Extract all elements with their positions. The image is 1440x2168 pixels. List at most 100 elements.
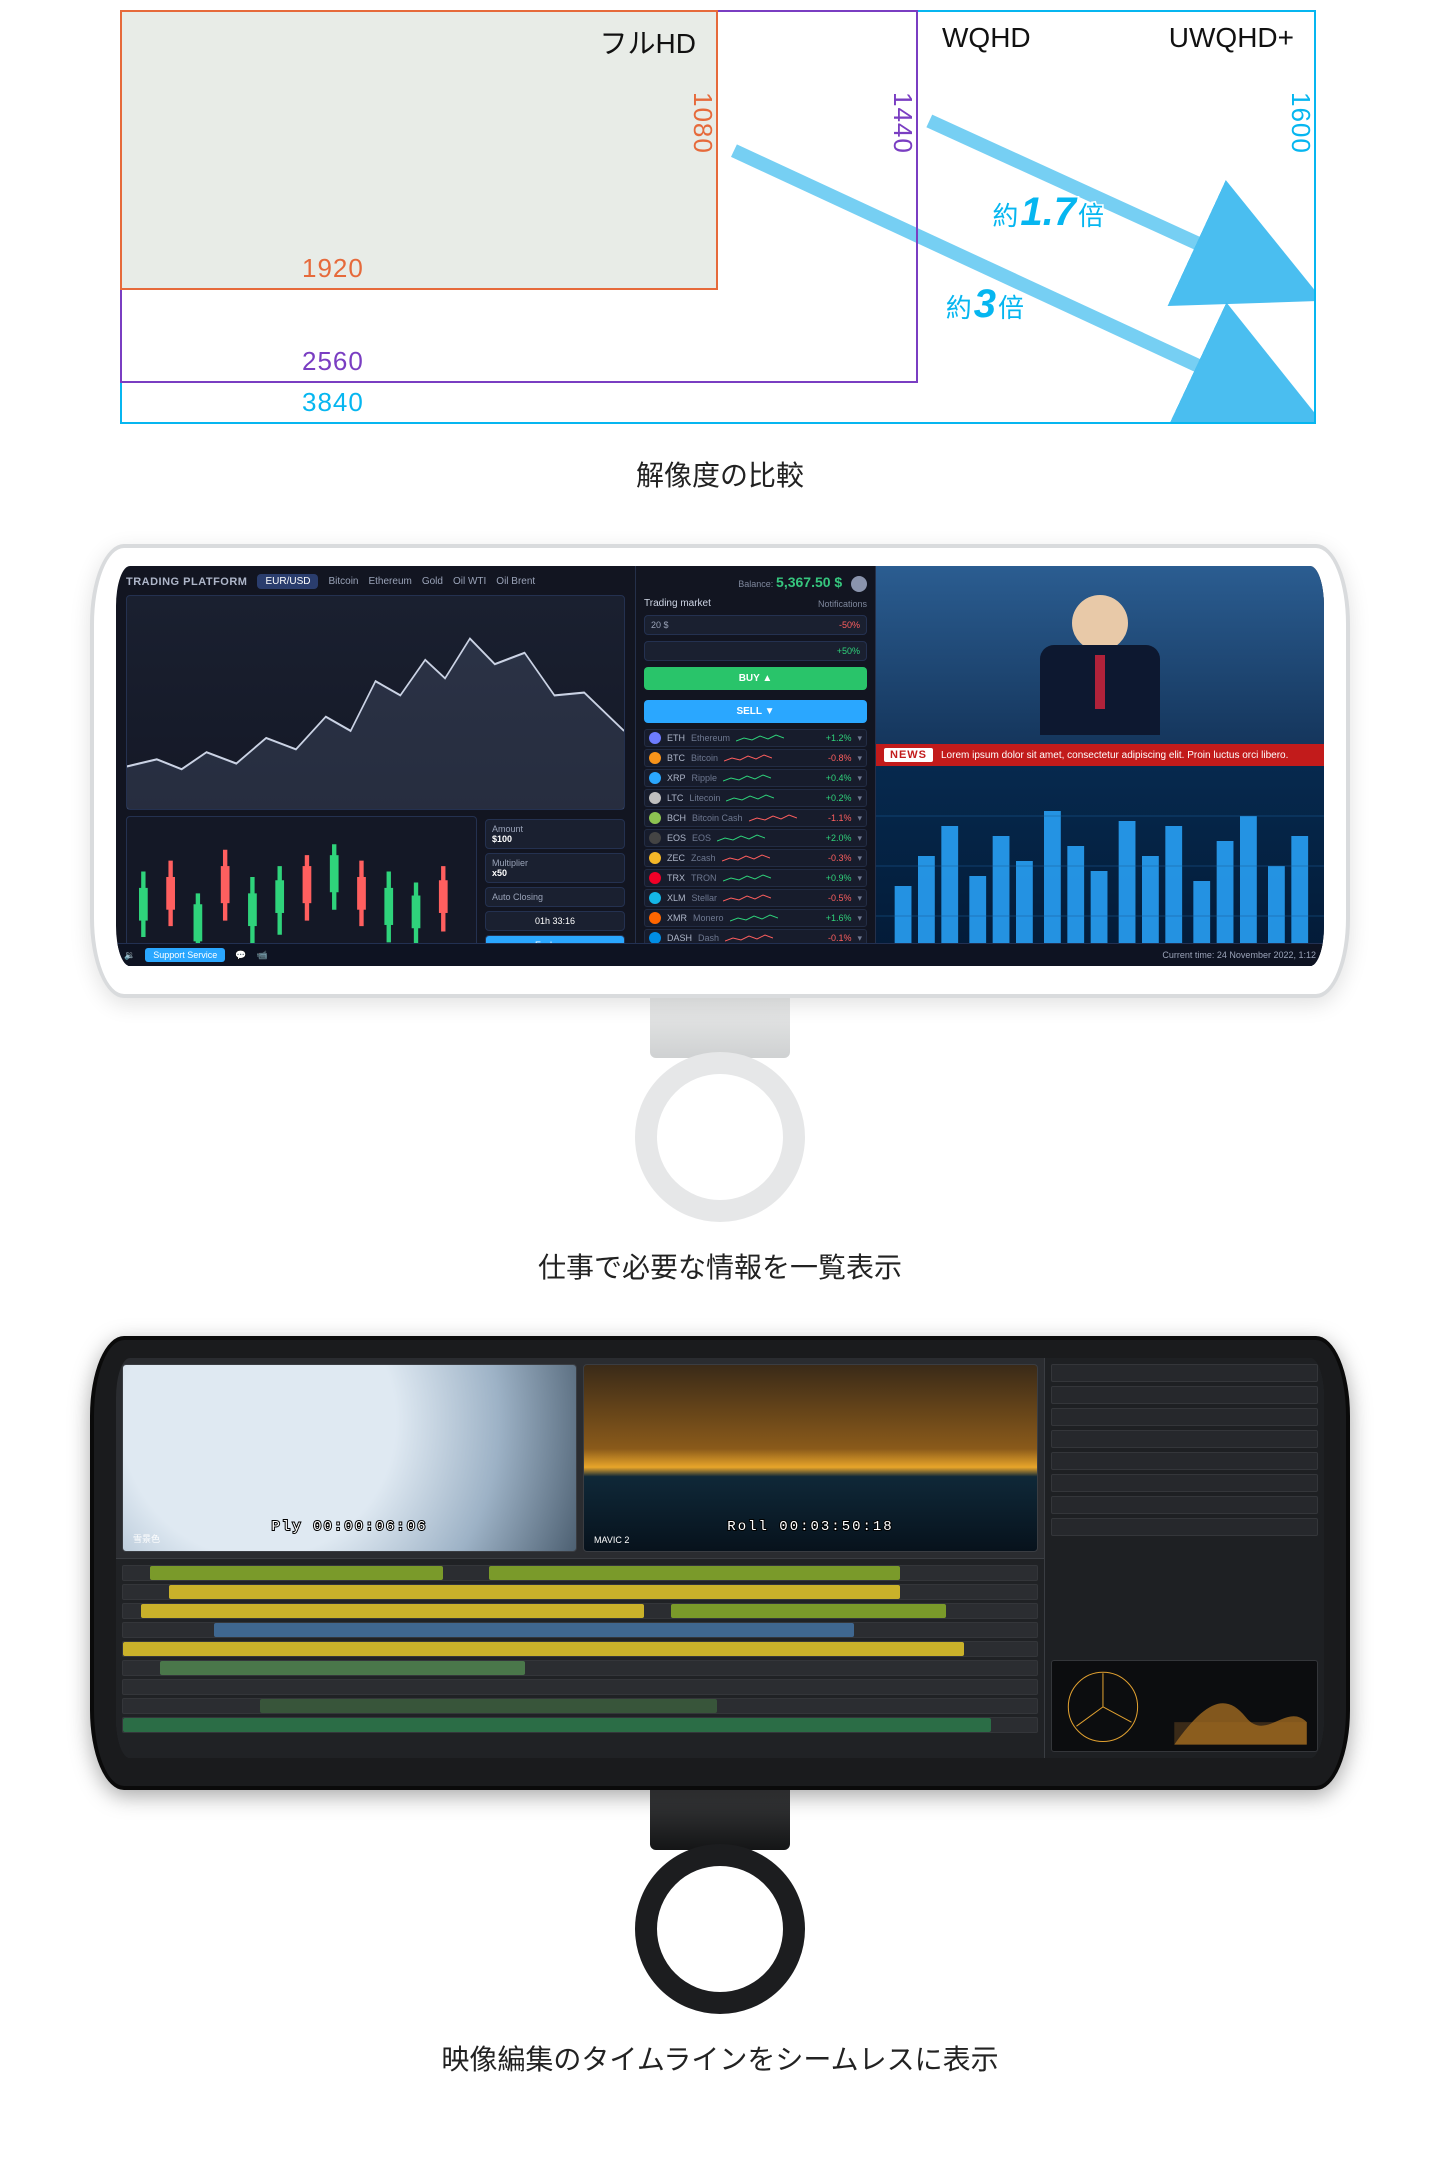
- inspector-row[interactable]: [1051, 1364, 1318, 1382]
- multiplier-3: 約3倍: [946, 282, 1024, 327]
- avatar-icon[interactable]: [851, 576, 867, 592]
- coin-symbol: ZEC: [667, 853, 685, 863]
- coin-symbol: TRX: [667, 873, 685, 883]
- bar-chart-widget: [876, 766, 1324, 966]
- buy-button[interactable]: BUY ▲: [644, 667, 867, 690]
- volume-icon[interactable]: 🔉: [124, 950, 135, 961]
- pair-pill[interactable]: EUR/USD: [257, 574, 318, 589]
- sparkline: [717, 833, 765, 843]
- timecode-right: Roll 00:03:50:18: [727, 1519, 893, 1535]
- coin-symbol: LTC: [667, 793, 683, 803]
- coin-change: +1.2%: [826, 733, 852, 743]
- market-row[interactable]: BTCBitcoin-0.8%▾: [644, 749, 867, 767]
- coin-symbol: ETH: [667, 733, 685, 743]
- monitor1-caption: 仕事で必要な情報を一覧表示: [0, 1246, 1440, 1286]
- balance-label: Balance:: [738, 579, 773, 589]
- inspector-row[interactable]: [1051, 1386, 1318, 1404]
- coin-change: -1.1%: [828, 813, 852, 823]
- pct-up: +50%: [837, 646, 860, 656]
- inspector-row[interactable]: [1051, 1518, 1318, 1536]
- tab-oil-wti[interactable]: Oil WTI: [453, 576, 486, 587]
- sparkline: [722, 853, 770, 863]
- fhd-label: フルHD: [600, 22, 696, 62]
- track[interactable]: [122, 1603, 1038, 1619]
- sell-button[interactable]: SELL ▼: [644, 700, 867, 723]
- market-row[interactable]: XLMStellar-0.5%▾: [644, 889, 867, 907]
- coin-name: Zcash: [691, 853, 716, 863]
- coin-name: Dash: [698, 933, 719, 943]
- fhd-box: フルHD 1080 1920: [120, 10, 718, 290]
- market-list: ETHEthereum+1.2%▾BTCBitcoin-0.8%▾XRPRipp…: [644, 729, 867, 947]
- side-value: 20 $: [651, 620, 669, 630]
- market-row[interactable]: BCHBitcoin Cash-1.1%▾: [644, 809, 867, 827]
- tab-ethereum[interactable]: Ethereum: [368, 576, 411, 587]
- chevron-down-icon[interactable]: ▾: [857, 833, 862, 844]
- amount-box[interactable]: Amount$100: [485, 819, 625, 849]
- track[interactable]: [122, 1565, 1038, 1581]
- chevron-down-icon[interactable]: ▾: [857, 913, 862, 924]
- track[interactable]: [122, 1641, 1038, 1657]
- chevron-down-icon[interactable]: ▾: [857, 773, 862, 784]
- autoclose-box[interactable]: Auto Closing: [485, 887, 625, 907]
- timeline[interactable]: [116, 1558, 1044, 1758]
- track[interactable]: [122, 1660, 1038, 1676]
- chevron-down-icon[interactable]: ▾: [857, 853, 862, 864]
- market-row[interactable]: EOSEOS+2.0%▾: [644, 829, 867, 847]
- track[interactable]: [122, 1698, 1038, 1714]
- tab-gold[interactable]: Gold: [422, 576, 443, 587]
- market-row[interactable]: TRXTRON+0.9%▾: [644, 869, 867, 887]
- market-row[interactable]: LTCLitecoin+0.2%▾: [644, 789, 867, 807]
- track[interactable]: [122, 1679, 1038, 1695]
- inspector-row[interactable]: [1051, 1496, 1318, 1514]
- chevron-down-icon[interactable]: ▾: [857, 793, 862, 804]
- coin-change: -0.8%: [828, 753, 852, 763]
- multiplier-box[interactable]: Multiplierx50: [485, 853, 625, 883]
- chevron-down-icon[interactable]: ▾: [857, 873, 862, 884]
- coin-name: EOS: [692, 833, 711, 843]
- coin-name: Monero: [693, 913, 724, 923]
- coin-symbol: DASH: [667, 933, 692, 943]
- coin-change: -0.1%: [828, 933, 852, 943]
- tab-bitcoin[interactable]: Bitcoin: [328, 576, 358, 587]
- news-video: NEWS Lorem ipsum dolor sit amet, consect…: [876, 566, 1324, 766]
- inspector-row[interactable]: [1051, 1430, 1318, 1448]
- scopes: [1051, 1660, 1318, 1752]
- coin-name: Stellar: [692, 893, 718, 903]
- video-icon[interactable]: 📹: [256, 950, 267, 961]
- notifications-tab[interactable]: Notifications: [818, 599, 867, 609]
- track[interactable]: [122, 1717, 1038, 1733]
- inspector-row[interactable]: [1051, 1452, 1318, 1470]
- market-row[interactable]: XRPRipple+0.4%▾: [644, 769, 867, 787]
- coin-name: Bitcoin: [691, 753, 718, 763]
- coin-icon: [649, 852, 661, 864]
- multiplier-1-7: 約1.7倍: [992, 190, 1104, 235]
- wqhd-width: 2560: [302, 346, 364, 377]
- track[interactable]: [122, 1584, 1038, 1600]
- sparkline: [723, 773, 771, 783]
- coin-icon: [649, 892, 661, 904]
- current-time: Current time: 24 November 2022, 1:12: [1162, 950, 1316, 960]
- chevron-down-icon[interactable]: ▾: [857, 813, 862, 824]
- track[interactable]: [122, 1622, 1038, 1638]
- tab-oil-brent[interactable]: Oil Brent: [496, 576, 535, 587]
- market-row[interactable]: ETHEthereum+1.2%▾: [644, 729, 867, 747]
- chat-icon[interactable]: 💬: [235, 950, 246, 961]
- support-button[interactable]: Support Service: [145, 948, 225, 962]
- chevron-down-icon[interactable]: ▾: [857, 893, 862, 904]
- inspector-row[interactable]: [1051, 1408, 1318, 1426]
- coin-name: Bitcoin Cash: [692, 813, 743, 823]
- inspector-row[interactable]: [1051, 1474, 1318, 1492]
- chevron-down-icon[interactable]: ▾: [857, 733, 862, 744]
- chevron-down-icon[interactable]: ▾: [857, 753, 862, 764]
- coin-name: Ripple: [692, 773, 718, 783]
- market-row[interactable]: XMRMonero+1.6%▾: [644, 909, 867, 927]
- coin-symbol: EOS: [667, 833, 686, 843]
- monitor2-caption: 映像編集のタイムラインをシームレスに表示: [0, 2038, 1440, 2078]
- coin-icon: [649, 832, 661, 844]
- pct-down: -50%: [839, 620, 860, 630]
- market-row[interactable]: ZECZcash-0.3%▾: [644, 849, 867, 867]
- coin-symbol: XRP: [667, 773, 686, 783]
- news-label: NEWS: [884, 748, 933, 762]
- coin-icon: [649, 732, 661, 744]
- balance-value: 5,367.50 $: [776, 574, 842, 590]
